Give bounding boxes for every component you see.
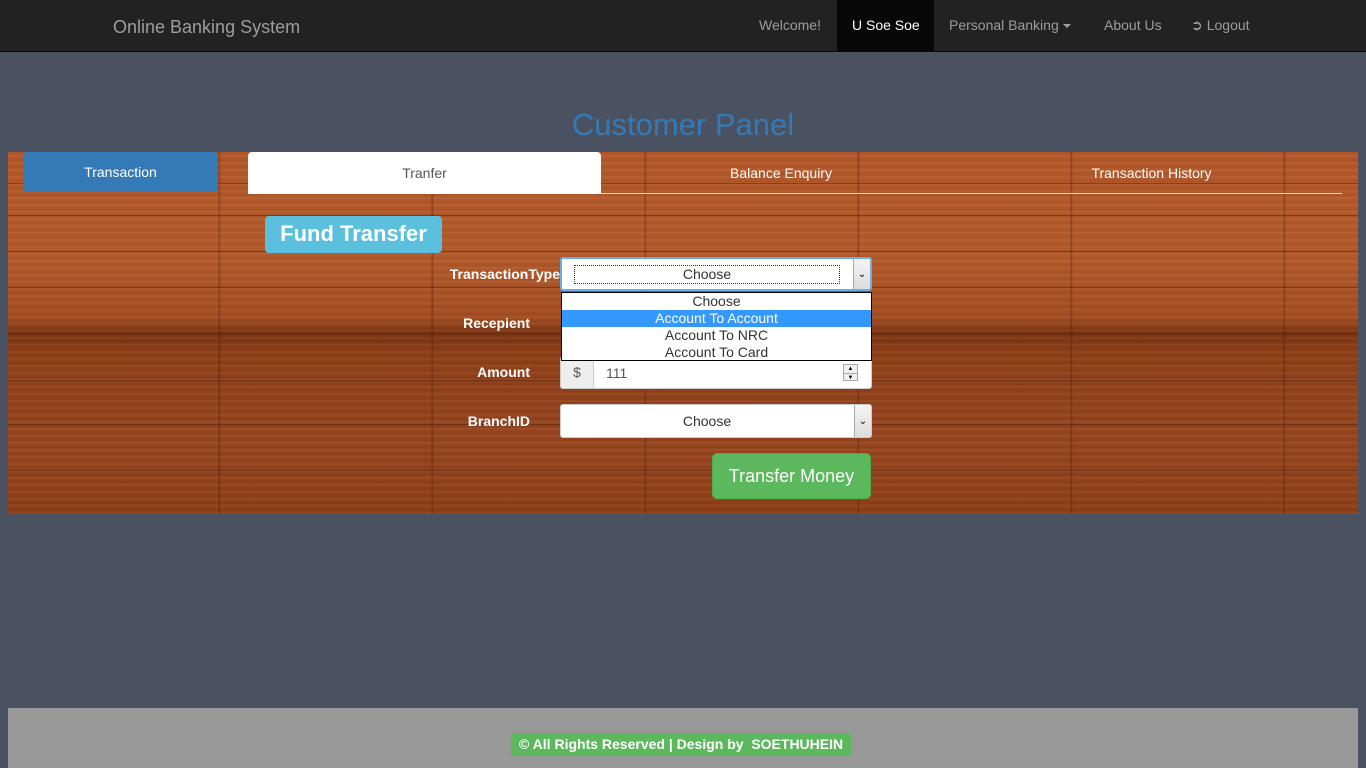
dropdown-option-account-to-card[interactable]: Account To Card [562,344,871,361]
logout-icon: ➲ [1191,17,1203,33]
plank-divider [8,251,1358,252]
transfer-money-button[interactable]: Transfer Money [712,453,871,499]
chevron-down-icon[interactable]: ⌄ [854,405,871,437]
navbar: Online Banking System Welcome! U Soe Soe… [0,0,1366,52]
fund-transfer-heading: Fund Transfer [265,216,442,253]
branch-label: BranchID [467,413,530,429]
transaction-type-select[interactable]: Choose ⌄ [560,257,872,291]
footer-copyright: © All Rights Reserved | Design by SOETHU… [511,733,852,756]
brand-title[interactable]: Online Banking System [113,17,300,38]
spin-down-icon[interactable]: ▼ [844,373,857,381]
tab-transfer[interactable]: Tranfer [248,152,601,194]
transaction-type-dropdown: Choose Account To Account Account To NRC… [561,292,872,361]
branch-value: Choose [682,413,732,429]
transaction-type-value: Choose [574,265,840,284]
plank-divider [8,470,1358,471]
nav-personal-banking-label: Personal Banking [949,17,1059,33]
tab-balance-enquiry[interactable]: Balance Enquiry [601,152,961,194]
amount-label: Amount [477,364,530,380]
nav-logout[interactable]: ➲ Logout [1176,0,1265,51]
currency-addon: $ [561,357,594,388]
amount-spinner[interactable]: ▲ ▼ [843,364,858,381]
amount-input[interactable] [594,357,871,388]
branch-select[interactable]: Choose ⌄ [560,404,872,438]
dropdown-option-choose[interactable]: Choose [562,293,871,310]
recipient-label: Recepient [463,315,530,331]
nav-username[interactable]: U Soe Soe [837,0,934,51]
spin-up-icon[interactable]: ▲ [844,365,857,373]
page-title: Customer Panel [571,107,795,142]
nav-logout-label: Logout [1206,17,1250,33]
tab-transaction-history[interactable]: Transaction History [961,152,1342,194]
dropdown-option-account-to-account[interactable]: Account To Account [562,310,871,327]
dropdown-option-account-to-nrc[interactable]: Account To NRC [562,327,871,344]
plank-divider [8,215,1358,216]
nav-welcome: Welcome! [759,17,821,33]
caret-down-icon [1062,24,1071,29]
tab-bar: Tranfer Balance Enquiry Transaction Hist… [248,152,1342,194]
nav-about-us[interactable]: About Us [1089,0,1177,51]
chevron-down-icon[interactable]: ⌄ [853,259,870,289]
transaction-type-label: TransactionType [449,266,560,282]
nav-personal-banking[interactable]: Personal Banking [934,0,1086,51]
side-tab-transaction[interactable]: Transaction [23,152,218,192]
